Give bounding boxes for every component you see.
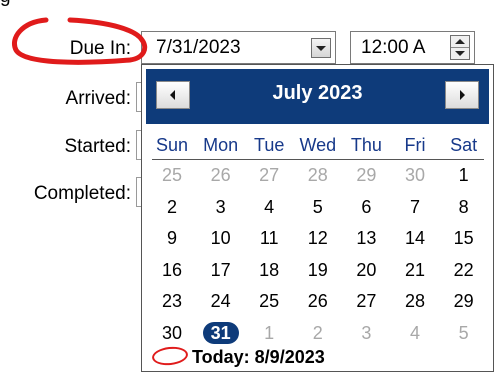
calendar-day[interactable]: 26 [294,289,342,313]
calendar-day[interactable]: 11 [245,226,293,250]
started-label: Started: [64,136,131,157]
weekday-fri: Fri [404,135,426,155]
calendar-day[interactable]: 28 [294,163,342,187]
weekday-wed: Wed [299,135,337,155]
calendar-day[interactable]: 27 [342,289,390,313]
calendar-day[interactable]: 28 [391,289,439,313]
calendar-day[interactable]: 24 [197,289,245,313]
calendar-day[interactable]: 17 [197,258,245,282]
calendar-day[interactable]: 16 [148,258,196,282]
calendar-day[interactable]: 20 [342,258,390,282]
calendar-day[interactable]: 13 [342,226,390,250]
calendar-day[interactable]: 1 [245,321,293,345]
calendar-day[interactable]: 18 [245,258,293,282]
next-month-button[interactable] [445,81,479,109]
due-date-value: 7/31/2023 [156,37,241,58]
calendar-day[interactable]: 27 [245,163,293,187]
calendar-day[interactable]: 30 [148,321,196,345]
calendar-day[interactable]: 4 [391,321,439,345]
due-in-label: Due In: [69,38,131,59]
chevron-down-icon [316,46,326,51]
calendar-day[interactable]: 26 [197,163,245,187]
calendar-day[interactable]: 25 [245,289,293,313]
calendar-day[interactable]: 15 [440,226,488,250]
today-circle-icon [151,345,189,367]
calendar-day[interactable]: 5 [294,195,342,219]
chevron-right-icon [460,90,465,100]
calendar-day[interactable]: 19 [294,258,342,282]
calendar-day[interactable]: 4 [245,195,293,219]
month-calendar-dropdown: July 2023 Sun Mon Tue Wed Thu Fri Sat 25 26 27 28… [141,64,494,372]
date-dropdown-button[interactable] [311,38,331,58]
calendar-day[interactable]: 25 [148,163,196,187]
weekday-divider [152,159,484,160]
spin-down-icon[interactable] [451,48,469,59]
due-date-input[interactable]: 7/31/2023 [141,31,336,64]
calendar-day[interactable]: 3 [342,321,390,345]
due-time-value: 12:00 A [361,37,426,58]
calendar-day[interactable]: 6 [342,195,390,219]
due-time-input[interactable]: 12:00 A [350,31,475,64]
weekday-header-row: Sun Mon Tue Wed Thu Fri Sat [148,135,488,161]
selected-day[interactable]: 31 [197,321,245,345]
calendar-day[interactable]: 10 [197,226,245,250]
calendar-day[interactable]: 7 [391,195,439,219]
calendar-day[interactable]: 3 [197,195,245,219]
calendar-day[interactable]: 23 [148,289,196,313]
calendar-day[interactable]: 29 [342,163,390,187]
calendar-day[interactable]: 2 [148,195,196,219]
calendar-day[interactable]: 5 [440,321,488,345]
calendar-day[interactable]: 22 [440,258,488,282]
time-spinner[interactable] [450,35,470,60]
calendar-day[interactable]: 14 [391,226,439,250]
chevron-left-icon [170,90,175,100]
weekday-mon: Mon [203,135,239,155]
today-label: Today: 8/9/2023 [192,347,325,367]
calendar-day[interactable]: 9 [148,226,196,250]
calendar-day[interactable]: 21 [391,258,439,282]
arrived-label: Arrived: [65,88,131,109]
weekday-sun: Sun [155,135,189,155]
calendar-header: July 2023 [146,69,489,124]
calendar-day[interactable]: 29 [440,289,488,313]
month-title[interactable]: July 2023 [206,82,429,105]
today-link[interactable]: Today: 8/9/2023 [151,345,482,369]
completed-label: Completed: [33,183,131,204]
weekday-tue: Tue [254,135,285,155]
spin-up-icon[interactable] [451,36,469,48]
calendar-day[interactable]: 12 [294,226,342,250]
weekday-sat: Sat [450,135,478,155]
calendar-day[interactable]: 2 [294,321,342,345]
calendar-day[interactable]: 30 [391,163,439,187]
weekday-thu: Thu [350,135,382,155]
calendar-day[interactable]: 1 [440,163,488,187]
previous-month-button[interactable] [156,81,190,109]
calendar-day[interactable]: 8 [440,195,488,219]
clipped-text-fragment: g [0,0,100,11]
